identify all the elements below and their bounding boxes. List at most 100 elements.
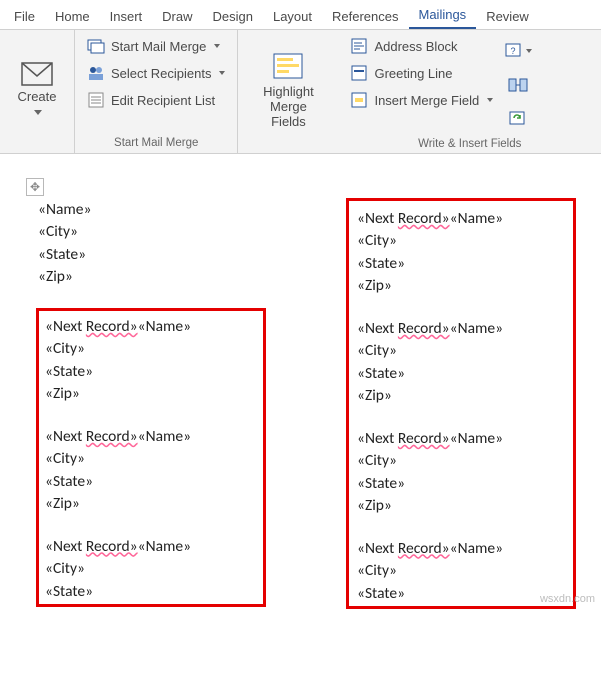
merge-rule-next-record: «Next Record» (357, 539, 450, 558)
update-labels-button[interactable] (505, 106, 531, 132)
merge-field-state: «State» (357, 584, 405, 603)
merge-rule-next-record: «Next Record» (357, 429, 450, 448)
insert-merge-field-icon (350, 91, 368, 109)
group-label-start-mail-merge: Start Mail Merge (83, 135, 229, 151)
insert-merge-field-button[interactable]: Insert Merge Field (346, 88, 497, 112)
merge-field-name: «Name» (38, 200, 91, 219)
address-block-label: Address Block (374, 39, 457, 54)
merge-field-name: «Name» (450, 319, 503, 338)
tab-home[interactable]: Home (45, 3, 100, 29)
label-cell[interactable]: «Next Record»«Name» «City» «State» «Zip» (355, 317, 569, 409)
address-block-button[interactable]: Address Block (346, 34, 497, 58)
label-cell[interactable]: «Next Record»«Name» «City» «State» (355, 537, 569, 606)
merge-field-name: «Name» (450, 209, 503, 228)
rules-icon: ? (505, 42, 525, 60)
mail-merge-icon (87, 37, 105, 55)
label-cell[interactable]: «Next Record»«Name» «City» «State» (43, 535, 259, 604)
merge-field-name: «Name» (138, 537, 191, 556)
merge-field-state: «State» (357, 474, 405, 493)
greeting-line-label: Greeting Line (374, 66, 452, 81)
insert-merge-field-label: Insert Merge Field (374, 93, 479, 108)
tab-mailings[interactable]: Mailings (409, 1, 477, 29)
merge-field-zip: «Zip» (357, 496, 392, 515)
select-recipients-label: Select Recipients (111, 66, 211, 81)
ribbon: Create Start Mail Merge Select Recipient… (0, 30, 601, 154)
highlight-fields-icon (271, 51, 305, 81)
merge-field-name: «Name» (138, 317, 191, 336)
tab-strip: File Home Insert Draw Design Layout Refe… (0, 0, 601, 30)
chevron-down-icon (526, 49, 532, 53)
group-start-mail-merge: Start Mail Merge Select Recipients Edit … (75, 30, 238, 153)
merge-field-city: «City» (357, 561, 397, 580)
merge-field-name: «Name» (450, 539, 503, 558)
create-button[interactable]: Create (8, 34, 66, 147)
tab-insert[interactable]: Insert (100, 3, 153, 29)
watermark: wsxdn.com (540, 593, 595, 605)
update-labels-icon (508, 110, 528, 128)
merge-field-state: «State» (45, 362, 93, 381)
highlight-box-left: «Next Record»«Name» «City» «State» «Zip»… (36, 308, 266, 607)
merge-field-city: «City» (45, 339, 85, 358)
merge-field-zip: «Zip» (45, 384, 80, 403)
tab-review[interactable]: Review (476, 3, 539, 29)
edit-recipient-list-label: Edit Recipient List (111, 93, 215, 108)
address-block-icon (350, 37, 368, 55)
tab-layout[interactable]: Layout (263, 3, 322, 29)
label-cell[interactable]: «Next Record»«Name» «City» «State» «Zip» (43, 315, 259, 407)
group-highlight: Highlight Merge Fields (238, 30, 338, 153)
group-label-write-insert: Write & Insert Fields (346, 136, 593, 152)
chevron-down-icon (219, 71, 225, 75)
merge-field-city: «City» (357, 451, 397, 470)
match-fields-icon (508, 76, 528, 94)
greeting-line-button[interactable]: Greeting Line (346, 61, 497, 85)
group-write-insert-fields: Address Block Greeting Line Insert Merge… (338, 30, 601, 153)
create-label: Create (17, 89, 56, 104)
svg-text:?: ? (510, 46, 515, 56)
merge-field-zip: «Zip» (357, 276, 392, 295)
document-area: ✥ «Name» «City» «State» «Zip» «Next Reco… (0, 154, 601, 609)
merge-field-state: «State» (45, 582, 93, 601)
recipients-icon (87, 64, 105, 82)
merge-field-city: «City» (357, 231, 397, 250)
tab-references[interactable]: References (322, 3, 408, 29)
merge-rule-next-record: «Next Record» (357, 319, 450, 338)
tab-file[interactable]: File (4, 3, 45, 29)
envelope-icon (21, 62, 53, 86)
merge-rule-next-record: «Next Record» (45, 317, 138, 336)
label-cell[interactable]: «Next Record»«Name» «City» «State» «Zip» (43, 425, 259, 517)
merge-field-city: «City» (45, 449, 85, 468)
merge-field-state: «State» (357, 254, 405, 273)
start-mail-merge-button[interactable]: Start Mail Merge (83, 34, 229, 58)
group-create: Create (0, 30, 75, 153)
table-move-handle-icon[interactable]: ✥ (26, 178, 44, 196)
select-recipients-button[interactable]: Select Recipients (83, 61, 229, 85)
merge-field-name: «Name» (138, 427, 191, 446)
merge-field-city: «City» (45, 559, 85, 578)
document-page[interactable]: ✥ «Name» «City» «State» «Zip» «Next Reco… (28, 182, 588, 609)
merge-field-state: «State» (357, 364, 405, 383)
label-cell[interactable]: «Next Record»«Name» «City» «State» «Zip» (355, 427, 569, 519)
merge-rule-next-record: «Next Record» (45, 427, 138, 446)
merge-field-city: «City» (38, 222, 78, 241)
label-column-right: «Next Record»«Name» «City» «State» «Zip»… (346, 198, 576, 609)
edit-recipient-list-button[interactable]: Edit Recipient List (83, 88, 229, 112)
start-mail-merge-label: Start Mail Merge (111, 39, 206, 54)
label-column-left: «Name» «City» «State» «Zip» «Next Record… (36, 198, 266, 609)
merge-field-zip: «Zip» (38, 267, 73, 286)
match-fields-button[interactable] (505, 72, 531, 98)
chevron-down-icon (34, 110, 42, 115)
merge-field-city: «City» (357, 341, 397, 360)
merge-field-state: «State» (45, 472, 93, 491)
label-cell[interactable]: «Name» «City» «State» «Zip» (36, 198, 266, 290)
tab-draw[interactable]: Draw (152, 3, 202, 29)
rules-button[interactable]: ? (505, 38, 531, 64)
label-cell[interactable]: «Next Record»«Name» «City» «State» «Zip» (355, 207, 569, 299)
highlight-merge-fields-button[interactable]: Highlight Merge Fields (246, 34, 330, 147)
chevron-down-icon (487, 98, 493, 102)
edit-list-icon (87, 91, 105, 109)
tab-design[interactable]: Design (203, 3, 263, 29)
merge-field-zip: «Zip» (45, 494, 80, 513)
merge-field-state: «State» (38, 245, 86, 264)
highlight-merge-fields-label: Highlight Merge Fields (263, 84, 314, 129)
merge-rule-next-record: «Next Record» (357, 209, 450, 228)
